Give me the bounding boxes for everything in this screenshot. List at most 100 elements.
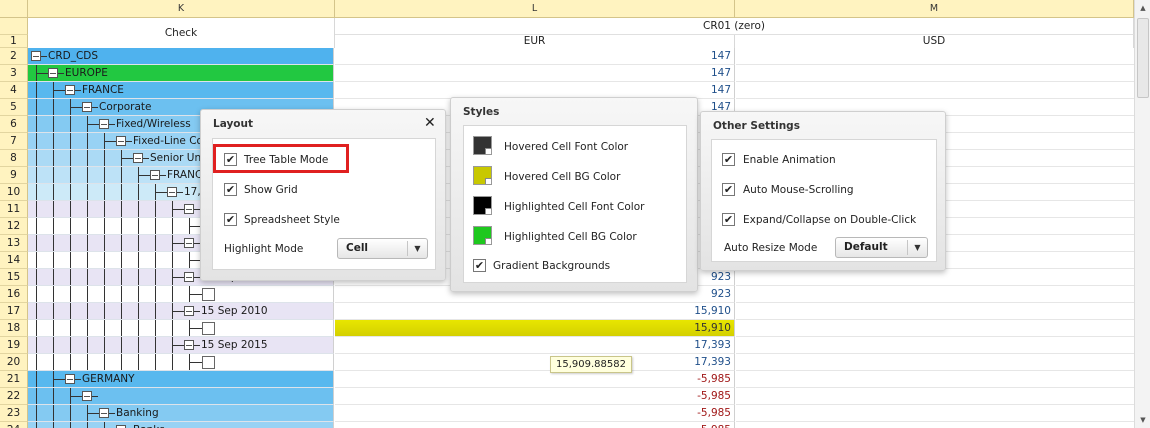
eur-value-cell[interactable]: 17,393 <box>335 337 735 354</box>
check-cell[interactable] <box>28 388 334 405</box>
spreadsheet-style-checkbox[interactable]: ✔ <box>224 213 237 226</box>
highlighted-font-color-swatch[interactable] <box>473 196 492 215</box>
collapse-toggle-icon[interactable] <box>184 306 194 316</box>
row-number[interactable]: 17 <box>0 303 28 320</box>
eur-value-cell[interactable]: 147 <box>335 65 735 82</box>
row-number[interactable]: 18 <box>0 320 28 337</box>
row-number[interactable]: 5 <box>0 99 28 116</box>
leaf-checkbox[interactable] <box>202 288 215 301</box>
row-number[interactable]: 9 <box>0 167 28 184</box>
collapse-toggle-icon[interactable] <box>31 51 41 61</box>
row-number[interactable]: 23 <box>0 405 28 422</box>
collapse-toggle-icon[interactable] <box>184 340 194 350</box>
row-number[interactable]: 10 <box>0 184 28 201</box>
usd-value-cell[interactable] <box>736 388 1134 405</box>
usd-value-cell[interactable] <box>736 82 1134 99</box>
check-cell[interactable]: EUROPE <box>28 65 334 82</box>
check-cell[interactable]: GERMANY <box>28 371 334 388</box>
eur-value-cell[interactable]: 15,910 <box>335 303 735 320</box>
eur-value-cell[interactable]: -5,985 <box>335 422 735 428</box>
column-header-l[interactable]: L <box>335 0 735 18</box>
leaf-checkbox[interactable] <box>202 356 215 369</box>
hovered-bg-color-swatch[interactable] <box>473 166 492 185</box>
table-row[interactable]: Banking -5,985 <box>28 405 1134 422</box>
hovered-font-color-swatch[interactable] <box>473 136 492 155</box>
row-number[interactable]: 2 <box>0 48 28 65</box>
eur-value-cell[interactable]: -5,985 <box>335 405 735 422</box>
eur-value-cell[interactable]: 147 <box>335 48 735 65</box>
row-number[interactable]: 20 <box>0 354 28 371</box>
eur-value-cell[interactable]: 17,393 <box>335 354 735 371</box>
column-header-m[interactable]: M <box>735 0 1134 18</box>
collapse-toggle-icon[interactable] <box>82 391 92 401</box>
usd-value-cell[interactable] <box>736 405 1134 422</box>
collapse-toggle-icon[interactable] <box>65 374 75 384</box>
highlighted-bg-color-swatch[interactable] <box>473 226 492 245</box>
row-number[interactable]: 3 <box>0 65 28 82</box>
collapse-toggle-icon[interactable] <box>65 85 75 95</box>
collapse-toggle-icon[interactable] <box>184 272 194 282</box>
check-cell[interactable] <box>28 286 334 303</box>
collapse-toggle-icon[interactable] <box>99 408 109 418</box>
row-number[interactable]: 11 <box>0 201 28 218</box>
row-number[interactable]: 12 <box>0 218 28 235</box>
scrollbar-thumb[interactable] <box>1137 18 1149 98</box>
usd-value-cell[interactable] <box>736 320 1134 337</box>
check-cell[interactable]: Banks <box>28 422 334 428</box>
eur-value-cell[interactable]: 15,910 <box>335 320 735 337</box>
table-row[interactable]: CRD_CDS 147 <box>28 48 1134 65</box>
table-row[interactable]: EUROPE 147 <box>28 65 1134 82</box>
column-header-k[interactable]: K <box>28 0 335 18</box>
collapse-toggle-icon[interactable] <box>150 170 160 180</box>
show-grid-checkbox[interactable]: ✔ <box>224 183 237 196</box>
usd-value-cell[interactable] <box>736 48 1134 65</box>
scroll-up-icon[interactable]: ▲ <box>1137 2 1149 14</box>
row-number[interactable]: 14 <box>0 252 28 269</box>
table-row[interactable]: 15,910 <box>28 320 1134 337</box>
expand-collapse-checkbox[interactable]: ✔ <box>722 213 735 226</box>
vertical-scrollbar[interactable]: ▲ ▼ <box>1134 0 1150 428</box>
collapse-toggle-icon[interactable] <box>82 102 92 112</box>
usd-value-cell[interactable] <box>736 337 1134 354</box>
collapse-toggle-icon[interactable] <box>184 238 194 248</box>
table-row[interactable]: 15 Sep 2015 17,393 <box>28 337 1134 354</box>
usd-value-cell[interactable] <box>736 65 1134 82</box>
table-row[interactable]: -5,985 <box>28 388 1134 405</box>
auto-resize-mode-select[interactable]: Default ▼ <box>835 237 928 258</box>
collapse-toggle-icon[interactable] <box>48 68 58 78</box>
scroll-down-icon[interactable]: ▼ <box>1137 414 1149 426</box>
close-icon[interactable]: ✕ <box>424 115 436 131</box>
usd-value-cell[interactable] <box>736 354 1134 371</box>
row-number[interactable]: 13 <box>0 235 28 252</box>
leaf-checkbox[interactable] <box>202 322 215 335</box>
check-cell[interactable]: Banking <box>28 405 334 422</box>
usd-value-cell[interactable] <box>736 269 1134 286</box>
corner-cell[interactable] <box>0 0 28 18</box>
eur-value-cell[interactable]: -5,985 <box>335 371 735 388</box>
collapse-toggle-icon[interactable] <box>133 153 143 163</box>
collapse-toggle-icon[interactable] <box>116 136 126 146</box>
check-cell[interactable]: FRANCE <box>28 82 334 99</box>
usd-value-cell[interactable] <box>736 286 1134 303</box>
collapse-toggle-icon[interactable] <box>167 187 177 197</box>
gradient-backgrounds-checkbox[interactable]: ✔ <box>473 259 486 272</box>
row-number[interactable]: 24 <box>0 422 28 428</box>
usd-value-cell[interactable] <box>736 371 1134 388</box>
row-number[interactable]: 19 <box>0 337 28 354</box>
usd-value-cell[interactable] <box>736 422 1134 428</box>
row-number[interactable]: 22 <box>0 388 28 405</box>
table-row[interactable]: Banks -5,985 <box>28 422 1134 428</box>
row-number[interactable]: 16 <box>0 286 28 303</box>
row-number[interactable]: 7 <box>0 133 28 150</box>
row-number[interactable]: 4 <box>0 82 28 99</box>
check-cell[interactable]: 15 Sep 2015 <box>28 337 334 354</box>
collapse-toggle-icon[interactable] <box>184 204 194 214</box>
check-cell[interactable] <box>28 354 334 371</box>
highlight-mode-select[interactable]: Cell ▼ <box>337 238 428 259</box>
check-cell[interactable] <box>28 320 334 337</box>
enable-animation-checkbox[interactable]: ✔ <box>722 153 735 166</box>
usd-value-cell[interactable] <box>736 303 1134 320</box>
row-number[interactable]: 8 <box>0 150 28 167</box>
check-cell[interactable]: 15 Sep 2010 <box>28 303 334 320</box>
table-row[interactable]: GERMANY -5,985 <box>28 371 1134 388</box>
